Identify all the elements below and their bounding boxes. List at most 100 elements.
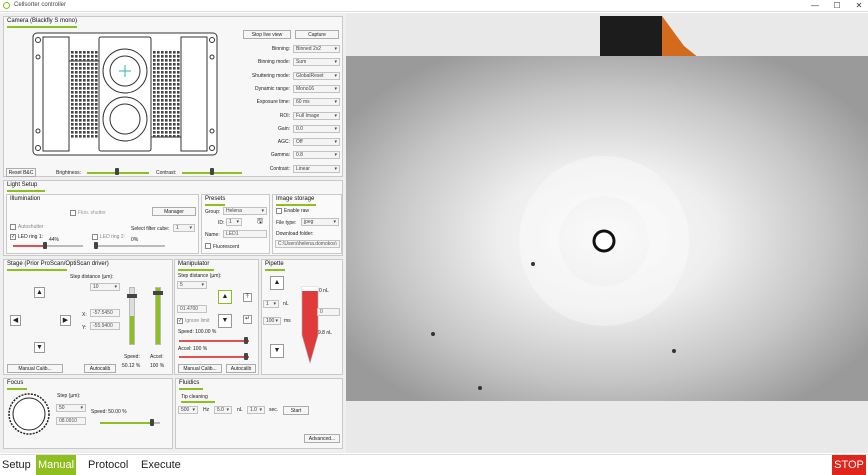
volume-select[interactable]: 5.0 xyxy=(214,406,232,414)
grill-dot xyxy=(95,55,98,58)
file-type-select[interactable]: jpeg xyxy=(301,218,339,226)
maximize-button[interactable]: ☐ xyxy=(830,1,844,10)
focus-step-select[interactable]: 50 xyxy=(56,404,86,412)
brightness-thumb[interactable] xyxy=(115,168,119,175)
stage-manual-calib-button[interactable]: Manual Calib... xyxy=(7,364,63,373)
start-button[interactable]: Start xyxy=(283,406,309,415)
autoshutter-label: Autoshutter xyxy=(18,224,44,230)
grill-dot xyxy=(79,107,82,110)
camera-setting-select[interactable]: Sum xyxy=(293,58,340,67)
grill-dot xyxy=(173,59,176,62)
fluorescent-checkbox[interactable] xyxy=(205,243,211,249)
camera-setting-select[interactable]: Binned 2x2 xyxy=(293,45,340,53)
advanced-button[interactable]: Advanced... xyxy=(304,434,340,443)
camera-setting-select[interactable]: GlobalReset xyxy=(293,71,340,80)
group-select[interactable]: Helena xyxy=(223,207,267,215)
camera-setting-select[interactable]: Linear xyxy=(293,164,340,173)
tab-manual[interactable]: Manual xyxy=(36,455,77,475)
grill-dot xyxy=(79,63,82,66)
ignore-limit-checkbox[interactable]: ✓ xyxy=(177,318,183,324)
led-ring-1-thumb[interactable] xyxy=(43,242,47,249)
stage-speed-thumb[interactable] xyxy=(127,294,137,298)
stage-up-button[interactable]: ▲ xyxy=(34,287,45,298)
pipette-rate-select[interactable]: 100 xyxy=(263,317,281,325)
manip-manual-calib-button[interactable]: Manual Calib... xyxy=(178,364,222,373)
grill-dot xyxy=(91,55,94,58)
manip-accel-slider[interactable] xyxy=(179,356,249,358)
led-ring-2-thumb[interactable] xyxy=(94,242,98,249)
camera-setting-select[interactable]: Mono16 xyxy=(293,84,340,93)
grill-dot xyxy=(161,67,164,70)
grill-dot xyxy=(173,79,176,82)
led-ring-2-checkbox[interactable] xyxy=(92,234,98,240)
grill-dot xyxy=(169,83,172,86)
enable-raw-label: Enable raw xyxy=(284,208,310,214)
save-icon[interactable]: 🖫 xyxy=(257,217,263,228)
capture-button[interactable]: Capture xyxy=(295,30,339,39)
camera-setting-select[interactable]: 0.8 xyxy=(293,151,340,160)
grill-dot xyxy=(79,135,82,138)
camera-setting-select[interactable]: Full Image xyxy=(293,111,340,120)
manip-up-button[interactable]: ▲ xyxy=(218,290,232,304)
close-button[interactable]: ✕ xyxy=(852,1,866,10)
contrast-thumb[interactable] xyxy=(210,168,214,175)
grill-dot xyxy=(75,51,78,54)
manip-autocalib-button[interactable]: Autocalib xyxy=(226,364,256,373)
focus-knob-icon[interactable] xyxy=(7,392,51,436)
grill-dot xyxy=(165,111,168,114)
camera-diagram-icon xyxy=(32,32,218,156)
download-folder-field[interactable]: C:\Users\helena.domokos\ xyxy=(275,240,340,248)
grill-dot xyxy=(71,107,74,110)
stage-right-button[interactable]: ▶ xyxy=(60,315,71,326)
reset-bc-button[interactable]: Reset B&C xyxy=(6,168,36,177)
manip-speed-slider[interactable] xyxy=(179,340,249,342)
grill-dot xyxy=(95,123,98,126)
grill-dot xyxy=(157,63,160,66)
stage-autocalib-button[interactable]: Autocalib xyxy=(84,364,116,373)
camera-setting-select[interactable]: 60 ms xyxy=(293,98,340,107)
tab-setup[interactable]: Setup xyxy=(0,455,33,475)
pipette-up-button[interactable]: ▲ xyxy=(270,276,284,290)
pipette-volume-select[interactable]: 1 xyxy=(263,300,279,308)
stage-x-field[interactable]: -57.5450 xyxy=(90,309,120,317)
led-ring-1-checkbox[interactable]: ✓ xyxy=(10,234,16,240)
filter-cube-select[interactable]: 1 xyxy=(173,224,195,232)
led-ring-1-fill xyxy=(13,245,44,247)
duration-select[interactable]: 1.0 xyxy=(247,406,265,414)
manip-down-button[interactable]: ▼ xyxy=(218,314,232,328)
name-field[interactable]: LED1 xyxy=(223,230,267,238)
focus-position-field[interactable]: 08.0910 xyxy=(56,417,86,425)
autoshutter-checkbox[interactable] xyxy=(10,224,16,230)
camera-setting-select[interactable]: Off xyxy=(293,138,340,147)
stop-button[interactable]: STOP xyxy=(832,455,866,475)
grill-dot xyxy=(95,79,98,82)
stop-live-view-button[interactable]: Stop live view xyxy=(243,30,291,39)
camera-title: Camera (Blackfly S mono) xyxy=(7,18,78,24)
manip-top-icon[interactable]: ⤒ xyxy=(243,293,252,302)
minimize-button[interactable]: — xyxy=(808,1,822,10)
tab-execute[interactable]: Execute xyxy=(139,455,183,475)
manip-return-icon[interactable]: ↵ xyxy=(243,315,252,324)
fluo-shutter-checkbox[interactable] xyxy=(70,210,76,216)
focus-speed-thumb[interactable] xyxy=(150,419,154,426)
manip-z-field[interactable]: 01.4700 xyxy=(177,305,207,313)
grill-dot xyxy=(173,99,176,102)
stage-left-button[interactable]: ◀ xyxy=(10,315,21,326)
manip-step-select[interactable]: 5 xyxy=(177,281,207,289)
tab-protocol[interactable]: Protocol xyxy=(86,455,130,475)
stage-down-button[interactable]: ▼ xyxy=(34,342,45,353)
stage-accel-thumb[interactable] xyxy=(153,291,163,295)
led-ring-2-slider[interactable] xyxy=(95,245,165,247)
stage-accel-slider[interactable] xyxy=(155,287,161,345)
id-select[interactable]: 1 xyxy=(226,218,242,226)
enable-raw-checkbox[interactable] xyxy=(276,208,282,214)
stage-step-select[interactable]: 10 xyxy=(90,283,120,291)
pipette-field[interactable]: 0 xyxy=(317,308,340,316)
manip-speed-thumb[interactable] xyxy=(244,337,248,344)
manager-button[interactable]: Manager xyxy=(152,207,196,216)
stage-y-field[interactable]: -55.9400 xyxy=(90,322,120,330)
frequency-select[interactable]: 500 xyxy=(178,406,198,414)
pipette-down-button[interactable]: ▼ xyxy=(270,344,284,358)
manip-accel-thumb[interactable] xyxy=(244,353,248,360)
camera-setting-select[interactable]: 0.0 xyxy=(293,124,340,133)
